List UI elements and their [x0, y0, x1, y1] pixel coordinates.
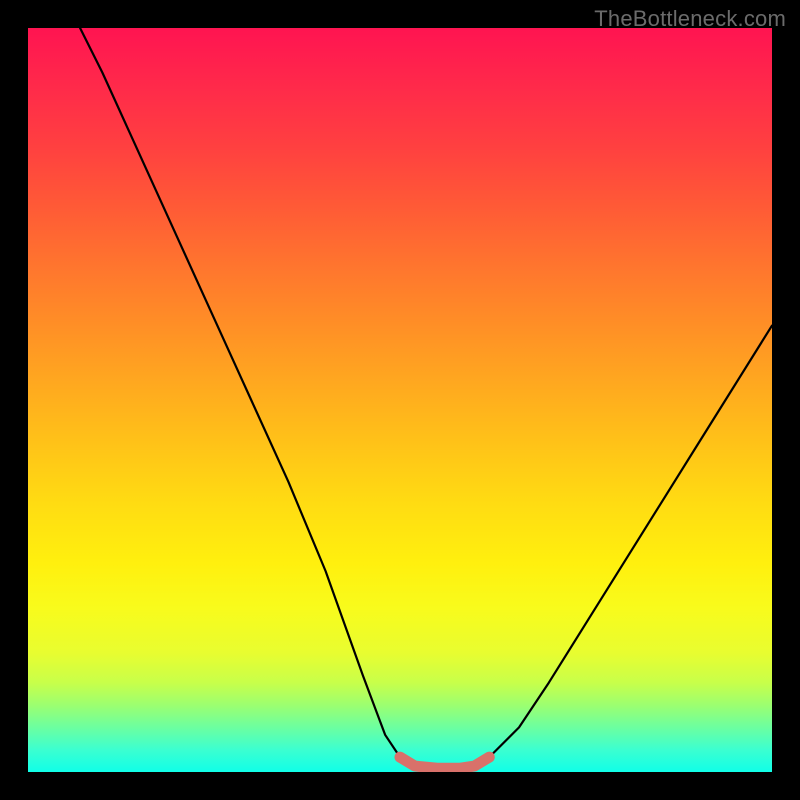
watermark-text: TheBottleneck.com	[594, 6, 786, 32]
curve-layer	[28, 28, 772, 772]
flat-highlight	[400, 757, 489, 768]
bottleneck-curve	[80, 28, 772, 768]
plot-area	[28, 28, 772, 772]
chart-frame: TheBottleneck.com	[0, 0, 800, 800]
